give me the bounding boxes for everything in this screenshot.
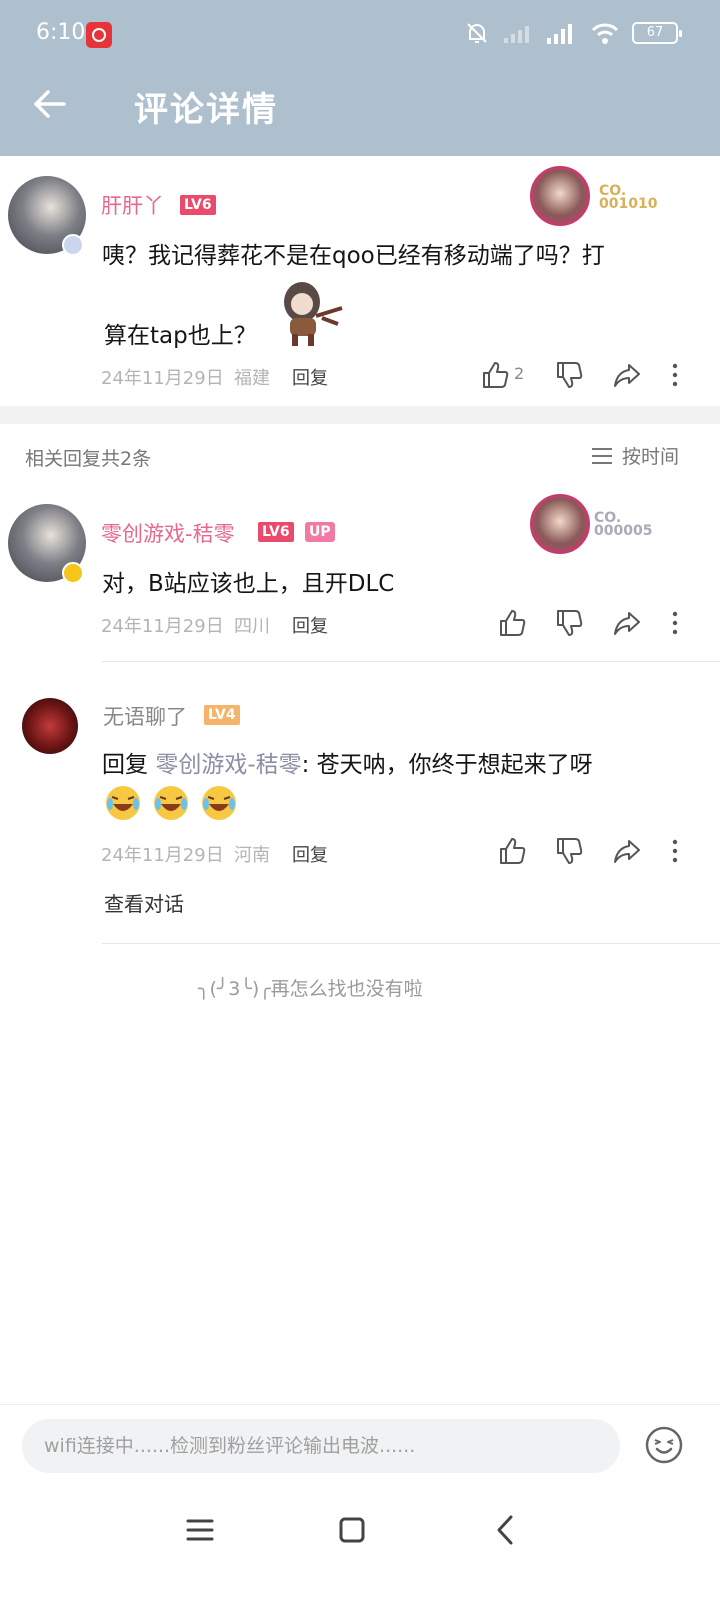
reply-divider (102, 943, 720, 944)
like-icon[interactable] (497, 608, 527, 638)
like-icon[interactable] (497, 836, 527, 866)
laugh-cry-emoji-icon (202, 786, 236, 820)
reply-prefix: 回复 (102, 752, 156, 778)
reply-date: 24年11月29日 (101, 616, 224, 637)
menu-nav-icon[interactable] (180, 1510, 220, 1550)
laugh-cry-emoji-icon (154, 786, 188, 820)
level-badge: LV6 (258, 522, 294, 542)
view-conversation-link[interactable]: 查看对话 (104, 888, 184, 917)
lightning-badge-icon (62, 562, 84, 584)
system-nav-bar (0, 1488, 720, 1600)
reply-location: 河南 (234, 845, 270, 866)
dislike-icon[interactable] (554, 608, 584, 638)
like-count: 2 (514, 364, 525, 383)
decoration-number: 000005 (594, 523, 653, 539)
more-options-icon[interactable] (660, 360, 690, 390)
username[interactable]: 无语聊了 (103, 701, 187, 731)
laugh-cry-emoji-icon (106, 786, 140, 820)
back-nav-icon[interactable] (486, 1510, 526, 1550)
reply-divider (102, 661, 720, 662)
decoration-number: 001010 (599, 196, 658, 212)
reply-button[interactable]: 回复 (292, 364, 328, 390)
section-divider (0, 406, 720, 424)
share-icon[interactable] (612, 360, 642, 390)
reply-button[interactable]: 回复 (292, 612, 328, 638)
back-arrow-icon[interactable] (28, 82, 72, 126)
mute-bell-icon (467, 23, 487, 43)
reply-date: 24年11月29日 (101, 845, 224, 866)
status-icons: 67 (464, 20, 682, 46)
status-time: 6:10 (36, 20, 86, 45)
status-bar: 6:10 67 (0, 0, 720, 70)
page-title: 评论详情 (134, 90, 278, 130)
signal-hd-icon (547, 24, 572, 44)
reply-text: 回复 零创游戏-秸零: 苍天呐，你终于想起来了呀 (102, 745, 593, 779)
list-sort-icon (592, 447, 612, 464)
reply-body: : 苍天呐，你终于想起来了呀 (301, 752, 593, 778)
signal-weak-icon (504, 26, 529, 43)
more-options-icon[interactable] (660, 608, 690, 638)
username[interactable]: 肝肝丫 (101, 190, 164, 220)
comment-date: 24年11月29日 (101, 368, 224, 389)
decoration-avatar (530, 494, 590, 554)
replies-count: 相关回复共2条 (25, 448, 152, 470)
level-badge: LV4 (204, 705, 240, 725)
reply-button[interactable]: 回复 (292, 841, 328, 867)
netease-music-notification-icon (86, 22, 112, 48)
home-nav-icon[interactable] (332, 1510, 372, 1550)
comment-input[interactable]: wifi连接中......检测到粉丝评论输出电波...... (22, 1419, 620, 1473)
decoration-avatar (530, 166, 590, 226)
username[interactable]: 零创游戏-秸零 (101, 518, 235, 548)
reply-mention[interactable]: 零创游戏-秸零 (155, 752, 301, 778)
share-icon[interactable] (612, 608, 642, 638)
dislike-icon[interactable] (554, 836, 584, 866)
verified-badge-icon (62, 234, 84, 256)
more-options-icon[interactable] (660, 836, 690, 866)
comment-input-bar: wifi连接中......检测到粉丝评论输出电波...... (0, 1404, 720, 1488)
sticker-image (284, 282, 343, 346)
reply-text: 对，B站应该也上，且开DLC (102, 571, 395, 597)
comment-text-line2: 算在tap也上？ (104, 323, 257, 349)
level-badge: LV6 (180, 195, 216, 215)
share-icon[interactable] (612, 836, 642, 866)
wifi-icon (591, 23, 619, 44)
comment-location: 福建 (234, 368, 270, 389)
reply-location: 四川 (234, 616, 270, 637)
emoji-picker-icon[interactable] (644, 1425, 684, 1465)
avatar[interactable] (22, 698, 78, 754)
sort-by-time-button[interactable]: 按时间 (590, 442, 679, 469)
dislike-icon[interactable] (554, 360, 584, 390)
battery-indicator: 67 (632, 22, 682, 44)
like-icon[interactable] (480, 360, 510, 390)
sort-label: 按时间 (622, 446, 680, 468)
end-of-list-text: ╮(╯3╰)╭再怎么找也没有啦 (198, 978, 423, 1000)
comment-text-line1: 咦？我记得葬花不是在qoo已经有移动端了吗？打 (102, 243, 605, 269)
up-badge: UP (305, 522, 335, 542)
app-header: 6:10 67 评论详情 (0, 0, 720, 156)
